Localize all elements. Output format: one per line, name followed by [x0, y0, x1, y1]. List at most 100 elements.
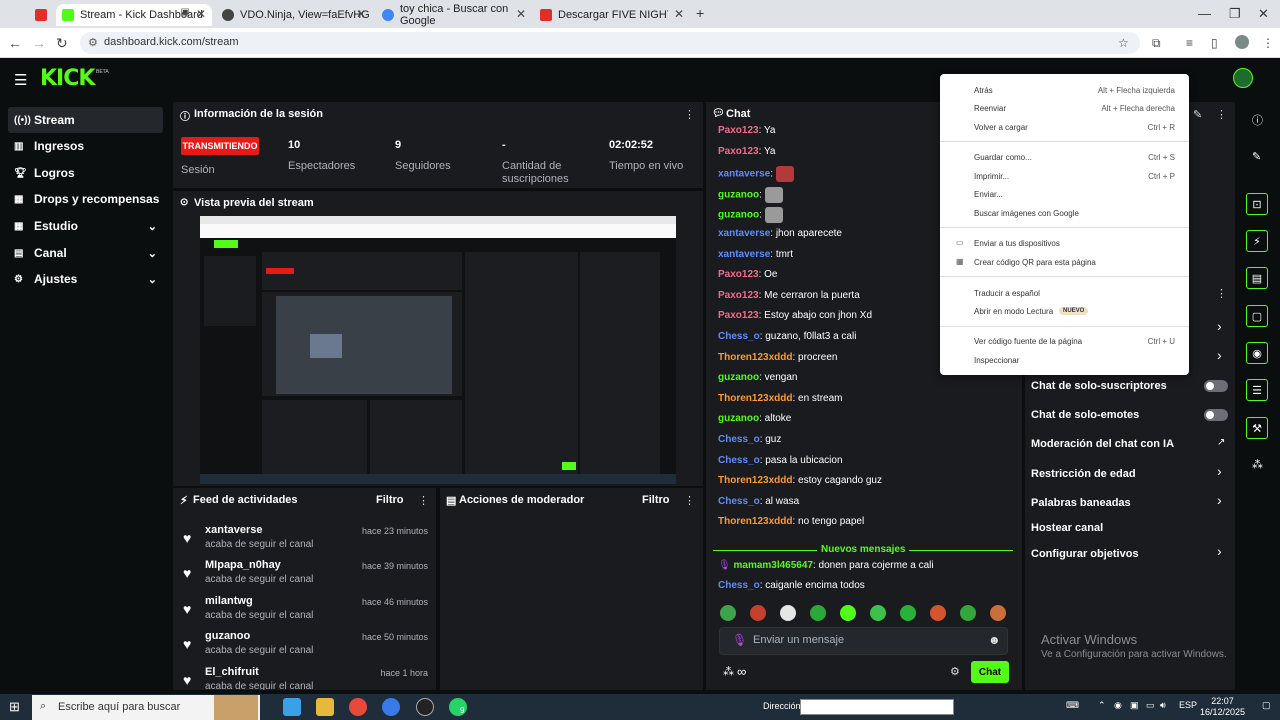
setting-goals[interactable]: Configurar objetivos	[1031, 548, 1231, 560]
sidepanel-icon[interactable]: ▯	[1211, 36, 1218, 50]
tab-descargar[interactable]: Descargar FIVE NIGHTS AT FRE ✕	[534, 4, 690, 26]
setting-age-restriction[interactable]: Restricción de edad	[1031, 468, 1231, 480]
ctx-forward[interactable]: Reenviar	[974, 104, 1006, 113]
feed-username[interactable]: El_chifruit	[205, 666, 259, 678]
chat-username[interactable]: xantaverse	[718, 249, 770, 260]
close-icon[interactable]: ✕	[516, 7, 526, 21]
ctx-save-as[interactable]: Guardar como...	[974, 153, 1032, 162]
mod-filter-button[interactable]: Filtro	[642, 494, 670, 506]
kebab-menu-icon[interactable]: ⋮	[418, 494, 429, 507]
sidebar-item-ingresos[interactable]: ▥ Ingresos	[8, 133, 163, 159]
close-icon[interactable]: ✕	[356, 7, 366, 21]
file-explorer-icon[interactable]	[316, 698, 334, 716]
feed-username[interactable]: MIpapa_n0hay	[205, 559, 281, 571]
wrench-icon[interactable]: ⚒	[1246, 417, 1268, 439]
clipboard-icon[interactable]: ▤	[1246, 267, 1268, 289]
chat-username[interactable]: Chess_o	[718, 580, 760, 591]
chrome-icon[interactable]	[349, 698, 367, 716]
emoji-icon[interactable]: ☻	[988, 633, 1001, 647]
site-info-icon[interactable]: ⚙	[88, 36, 98, 49]
ctx-search-images[interactable]: Buscar imágenes con Google	[974, 209, 1079, 218]
emote-option[interactable]	[900, 605, 916, 621]
tray-app-icon[interactable]: ▣	[1130, 700, 1139, 711]
chat-message-input[interactable]	[753, 634, 973, 646]
kebab-menu-icon[interactable]: ⋮	[1216, 108, 1227, 121]
windows-start-icon[interactable]: ⊞	[9, 699, 20, 715]
chat-username[interactable]: guzanoo	[718, 413, 759, 424]
lightning-icon[interactable]: ⚡︎	[1246, 230, 1268, 252]
menu-icon[interactable]: ☰	[14, 71, 27, 89]
tab-vdo-ninja[interactable]: VDO.Ninja, View=faEfvHG ✕	[216, 4, 372, 26]
ctx-print[interactable]: Imprimir...	[974, 172, 1009, 181]
address-toolbar-input[interactable]	[800, 699, 954, 715]
close-icon[interactable]: ✕	[674, 7, 684, 21]
kebab-menu-icon[interactable]: ⋮	[1216, 287, 1227, 300]
url-field[interactable]: ⚙ dashboard.kick.com/stream	[80, 32, 1140, 54]
emote-option[interactable]	[840, 605, 856, 621]
chat-username[interactable]: Paxo123	[718, 269, 759, 280]
chat-username[interactable]: mamam3l465647	[733, 560, 813, 571]
pencil-icon[interactable]: ✎	[1252, 150, 1261, 163]
kebab-menu-icon[interactable]: ⋮	[684, 494, 695, 507]
chat-username[interactable]: Chess_o	[718, 434, 760, 445]
media-icon[interactable]: ≡	[1186, 36, 1193, 50]
notifications-icon[interactable]: ▢	[1262, 700, 1271, 711]
new-tab-button[interactable]: +	[696, 5, 704, 21]
chat-username[interactable]: guzanoo	[718, 210, 759, 221]
users-icon[interactable]: ⁂	[1252, 458, 1263, 471]
chat-username[interactable]: Paxo123	[718, 310, 759, 321]
browser-menu-icon[interactable]: ⋮	[1262, 36, 1274, 50]
sidebar-item-drops[interactable]: ▦ Drops y recompensas	[8, 186, 163, 212]
ctx-view-source[interactable]: Ver código fuente de la página	[974, 337, 1082, 346]
kebab-menu-icon[interactable]: ⋮	[684, 108, 695, 121]
chevron-right-icon[interactable]: ›	[1217, 347, 1222, 363]
bookmark-star-icon[interactable]: ☆	[1118, 36, 1129, 50]
emote-option[interactable]	[720, 605, 736, 621]
feed-username[interactable]: guzanoo	[205, 630, 250, 642]
feed-username[interactable]: xantaverse	[205, 524, 263, 536]
ctx-send-devices[interactable]: Enviar a tus dispositivos	[974, 239, 1060, 248]
chevron-right-icon[interactable]: ›	[1217, 318, 1222, 334]
sidebar-item-estudio[interactable]: ▦ Estudio ⌄	[8, 213, 163, 239]
feed-username[interactable]: milantwg	[205, 595, 253, 607]
emote-option[interactable]	[930, 605, 946, 621]
microphone-icon[interactable]: 🎙︎	[732, 633, 747, 647]
chevron-up-icon[interactable]: ⌃	[1098, 700, 1106, 711]
chat-username[interactable]: Thoren123xddd	[718, 475, 792, 486]
network-icon[interactable]: ▭	[1146, 700, 1155, 711]
sidebar-item-ajustes[interactable]: ⚙ Ajustes ⌄	[8, 266, 163, 292]
ctx-reading-mode[interactable]: Abrir en modo Lectura	[974, 307, 1053, 316]
emotes-only-toggle[interactable]	[1204, 409, 1228, 421]
chevron-right-icon[interactable]: ›	[1217, 463, 1222, 479]
chat-username[interactable]: guzanoo	[718, 372, 759, 383]
ctx-back[interactable]: Atrás	[974, 86, 993, 95]
emote-option[interactable]	[750, 605, 766, 621]
chat-username[interactable]: Paxo123	[718, 146, 759, 157]
chat-input-box[interactable]: 🎙︎ ☻	[719, 627, 1008, 655]
language-indicator[interactable]: ESP	[1179, 700, 1197, 710]
chat-username[interactable]: guzanoo	[718, 189, 759, 200]
subscribers-only-toggle[interactable]	[1204, 380, 1228, 392]
tray-app-icon[interactable]: ◉	[1114, 700, 1122, 711]
points-icon[interactable]: ⁂	[723, 665, 734, 678]
info-icon[interactable]: ⓘ	[1252, 112, 1263, 128]
pencil-icon[interactable]: ✎	[1193, 108, 1202, 121]
emote-option[interactable]	[810, 605, 826, 621]
new-messages-divider[interactable]: Nuevos mensajes	[713, 544, 1013, 556]
chevron-right-icon[interactable]: ›	[1217, 543, 1222, 559]
chat-send-button[interactable]: Chat	[971, 661, 1009, 683]
chat-username[interactable]: xantaverse	[718, 169, 770, 180]
ctx-send[interactable]: Enviar...	[974, 190, 1003, 199]
user-avatar[interactable]	[1233, 68, 1253, 88]
taskbar-search[interactable]: ⌕	[32, 695, 260, 720]
chat-icon[interactable]: ▢	[1246, 305, 1268, 327]
obs-icon[interactable]	[416, 698, 434, 716]
layout-icon[interactable]: ☰	[1246, 379, 1268, 401]
keyboard-icon[interactable]: ⌨	[1066, 700, 1079, 711]
kick-logo[interactable]: KICK	[40, 66, 95, 91]
tab-kick-dashboard[interactable]: Stream - Kick Dashboard ▣ ✕	[56, 4, 212, 26]
reload-icon[interactable]: ↻	[56, 35, 68, 52]
chat-username[interactable]: Paxo123	[718, 290, 759, 301]
extensions-icon[interactable]: ⧉	[1152, 36, 1161, 51]
ctx-inspect[interactable]: Inspeccionar	[974, 356, 1019, 365]
